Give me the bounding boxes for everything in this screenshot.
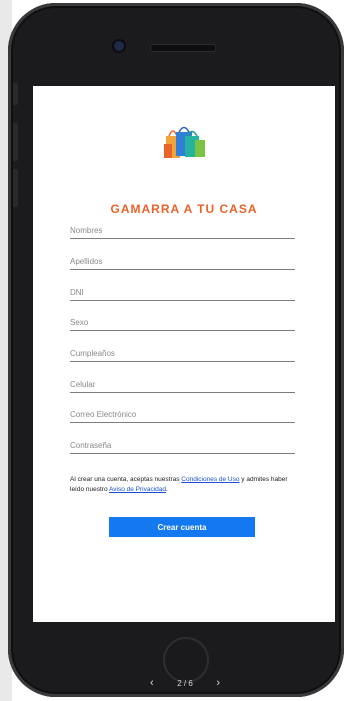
shopping-bags-icon: [164, 126, 205, 158]
earpiece-speaker: [150, 44, 216, 52]
phone-field[interactable]: Celular: [70, 366, 295, 393]
email-placeholder: Correo Electrónico: [70, 410, 137, 419]
birthday-placeholder: Cumpleaños: [70, 349, 115, 358]
privacy-notice-link[interactable]: Aviso de Privacidad: [109, 486, 166, 493]
sex-placeholder: Sexo: [70, 318, 89, 327]
slide-pager: ‹ 2 / 6 ›: [150, 676, 220, 690]
terms-suffix: .: [166, 486, 168, 493]
volume-down-button: [13, 169, 18, 207]
terms-text: Al crear una cuenta, aceptas nuestras Co…: [70, 475, 302, 495]
terms-of-use-link[interactable]: Condiciones de Uso: [181, 476, 239, 483]
create-account-button[interactable]: Crear cuenta: [109, 517, 255, 537]
terms-prefix: Al crear una cuenta, aceptas nuestras: [70, 476, 182, 483]
surnames-field[interactable]: Apellidos: [70, 243, 295, 270]
sex-field[interactable]: Sexo: [70, 304, 295, 331]
birthday-field[interactable]: Cumpleaños: [70, 335, 295, 362]
logo: GAMARRA A TU CASA: [33, 124, 335, 216]
prev-arrow-icon[interactable]: ‹: [150, 677, 154, 689]
surnames-placeholder: Apellidos: [70, 257, 103, 266]
phone-placeholder: Celular: [70, 380, 96, 389]
app-screen: GAMARRA A TU CASA Nombres Apellidos DNI …: [33, 86, 335, 622]
email-field[interactable]: Correo Electrónico: [70, 396, 295, 423]
names-placeholder: Nombres: [70, 226, 103, 235]
password-placeholder: Contraseña: [70, 441, 112, 450]
pager-count: 2 / 6: [177, 678, 193, 688]
front-camera: [114, 41, 124, 51]
names-field[interactable]: Nombres: [70, 212, 295, 239]
volume-up-button: [13, 123, 18, 161]
dni-field[interactable]: DNI: [70, 274, 295, 301]
next-arrow-icon[interactable]: ›: [216, 677, 220, 689]
mute-switch: [13, 83, 18, 105]
dni-placeholder: DNI: [70, 288, 84, 297]
password-field[interactable]: Contraseña: [70, 427, 295, 454]
